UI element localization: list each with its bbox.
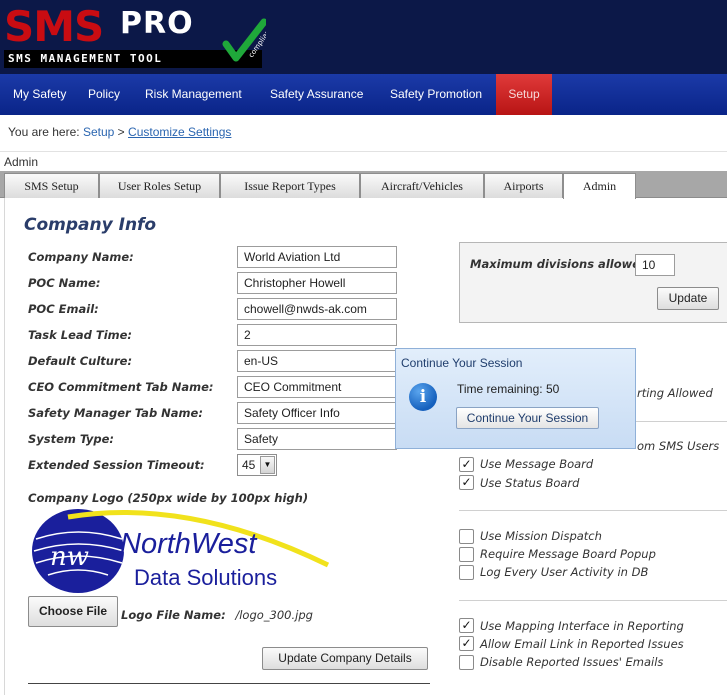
company-logo-label: Company Logo (250px wide by 100px high)	[28, 491, 309, 505]
company-logo-image: nw NorthWest Data Solutions	[32, 509, 330, 593]
require-message-board-popup-checkbox[interactable]	[459, 547, 474, 562]
divisions-box	[459, 242, 727, 323]
breadcrumb-link-customize-settings[interactable]: Customize Settings	[128, 125, 231, 139]
require-message-board-popup-label: Require Message Board Popup	[480, 547, 656, 561]
svg-text:Data Solutions: Data Solutions	[134, 565, 277, 590]
ceo-commitment-tab-label: CEO Commitment Tab Name:	[28, 380, 214, 394]
session-timeout-select[interactable]: 45 ▼	[237, 454, 277, 476]
use-message-board-label: Use Message Board	[480, 457, 594, 471]
use-mapping-interface-label: Use Mapping Interface in Reporting	[480, 619, 684, 633]
use-message-board-checkbox[interactable]: ✓	[459, 457, 474, 472]
choose-file-button[interactable]: Choose File	[28, 596, 118, 627]
options-divider-2	[459, 510, 727, 511]
safety-manager-tab-label: Safety Manager Tab Name:	[28, 406, 203, 420]
chevron-down-icon[interactable]: ▼	[260, 456, 275, 474]
main-nav: My Safety Policy Risk Management Safety …	[0, 74, 727, 115]
time-remaining: Time remaining: 50	[457, 382, 559, 396]
app-header: SMS PRO SMS MANAGEMENT TOOL compliance	[0, 0, 727, 74]
tab-sms-setup[interactable]: SMS Setup	[4, 173, 99, 198]
use-status-board-checkbox[interactable]: ✓	[459, 475, 474, 490]
company-info-title: Company Info	[24, 215, 157, 235]
nav-item-safety-assurance[interactable]: Safety Assurance	[270, 74, 363, 115]
poc-email-label: POC Email:	[28, 302, 99, 316]
poc-name-input[interactable]: Christopher Howell	[237, 272, 397, 294]
svg-text:NorthWest: NorthWest	[120, 528, 258, 560]
company-name-label: Company Name:	[28, 250, 134, 264]
tab-airports[interactable]: Airports	[484, 173, 563, 198]
nav-item-my-safety[interactable]: My Safety	[13, 74, 66, 115]
poc-email-input[interactable]: chowell@nwds-ak.com	[237, 298, 397, 320]
update-divisions-button[interactable]: Update	[657, 287, 719, 310]
tab-issue-report-types[interactable]: Issue Report Types	[220, 173, 360, 198]
breadcrumb: You are here: Setup > Customize Settings	[8, 125, 231, 139]
session-timeout-label: Extended Session Timeout:	[28, 458, 205, 472]
nav-item-risk-management[interactable]: Risk Management	[145, 74, 242, 115]
logo-sms-text: SMS	[4, 2, 104, 51]
company-section-divider	[28, 683, 430, 684]
breadcrumb-separator: >	[117, 125, 125, 139]
use-mission-dispatch-label: Use Mission Dispatch	[480, 529, 602, 543]
time-remaining-value: 50	[545, 382, 560, 396]
ceo-commitment-tab-input[interactable]: CEO Commitment	[237, 376, 397, 398]
max-divisions-label: Maximum divisions allowed	[470, 257, 649, 271]
options-divider-3	[459, 600, 727, 601]
system-type-input[interactable]: Safety	[237, 428, 397, 450]
tab-user-roles-setup[interactable]: User Roles Setup	[99, 173, 220, 198]
company-name-input[interactable]: World Aviation Ltd	[237, 246, 397, 268]
task-lead-time-label: Task Lead Time:	[28, 328, 133, 342]
use-mapping-interface-checkbox[interactable]: ✓	[459, 618, 474, 633]
log-user-activity-checkbox[interactable]	[459, 565, 474, 580]
allow-email-link-checkbox[interactable]: ✓	[459, 636, 474, 651]
session-timeout-value: 45	[242, 458, 256, 472]
update-company-details-button[interactable]: Update Company Details	[262, 647, 428, 670]
breadcrumb-prefix: You are here:	[8, 125, 80, 139]
compliance-check-icon: compliance	[222, 18, 266, 62]
use-status-board-label: Use Status Board	[480, 476, 580, 490]
safety-manager-tab-input[interactable]: Safety Officer Info	[237, 402, 397, 424]
nav-item-setup[interactable]: Setup	[496, 74, 552, 115]
default-culture-input[interactable]: en-US	[237, 350, 397, 372]
disable-issue-emails-label: Disable Reported Issues' Emails	[480, 655, 664, 669]
svg-text:nw: nw	[50, 542, 89, 572]
time-remaining-label: Time remaining:	[457, 382, 543, 396]
section-label: Admin	[4, 155, 39, 169]
logo-file-name: Logo File Name: /logo_300.jpg	[121, 608, 313, 622]
allow-email-link-label: Allow Email Link in Reported Issues	[480, 637, 684, 651]
settings-tabbar: SMS Setup User Roles Setup Issue Report …	[0, 171, 727, 199]
sms-pro-logo[interactable]: SMS PRO SMS MANAGEMENT TOOL compliance	[4, 2, 266, 68]
use-mission-dispatch-checkbox[interactable]	[459, 529, 474, 544]
logo-pro-text: PRO	[120, 6, 194, 41]
option-partial-label-2: om SMS Users	[637, 439, 720, 453]
max-divisions-input[interactable]: 10	[635, 254, 675, 276]
option-partial-label-1: rting Allowed	[637, 386, 713, 400]
tab-admin[interactable]: Admin	[563, 173, 636, 199]
nav-item-policy[interactable]: Policy	[88, 74, 120, 115]
disable-issue-emails-checkbox[interactable]	[459, 655, 474, 670]
tab-aircraft-vehicles[interactable]: Aircraft/Vehicles	[360, 173, 484, 198]
logo-file-value: /logo_300.jpg	[235, 608, 313, 622]
system-type-label: System Type:	[28, 432, 114, 446]
nav-item-safety-promotion[interactable]: Safety Promotion	[390, 74, 482, 115]
task-lead-time-input[interactable]: 2	[237, 324, 397, 346]
breadcrumb-link-setup[interactable]: Setup	[83, 125, 114, 139]
continue-session-button[interactable]: Continue Your Session	[456, 407, 599, 429]
poc-name-label: POC Name:	[28, 276, 101, 290]
logo-file-label: Logo File Name:	[121, 608, 226, 622]
session-dialog-title: Continue Your Session	[401, 356, 523, 370]
info-icon: i	[409, 383, 437, 411]
session-dialog: Continue Your Session i Time remaining: …	[395, 348, 636, 449]
breadcrumb-divider	[0, 151, 727, 152]
log-user-activity-label: Log Every User Activity in DB	[480, 565, 649, 579]
default-culture-label: Default Culture:	[28, 354, 133, 368]
